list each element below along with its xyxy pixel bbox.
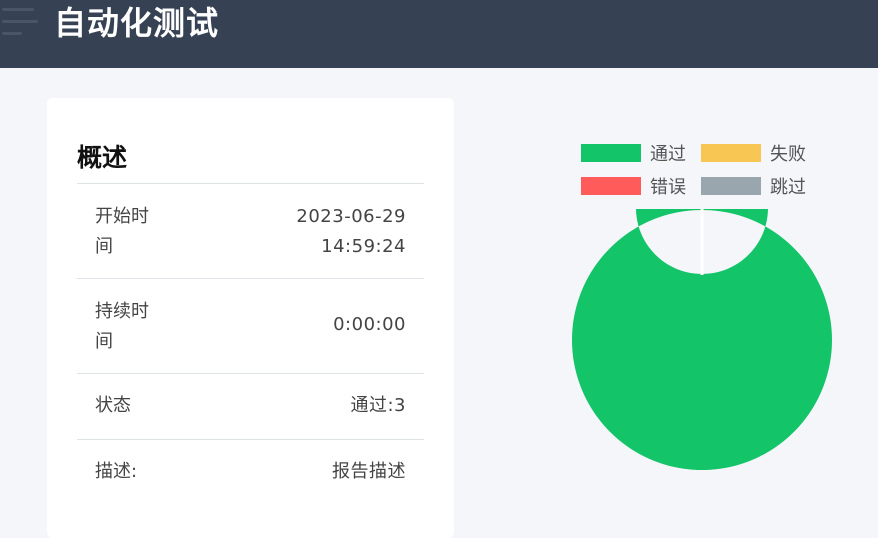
duration-label: 持续时间 <box>95 301 149 352</box>
legend-label-fail: 失败 <box>770 144 806 165</box>
legend-label-error: 错误 <box>650 177 686 198</box>
legend-label-pass: 通过 <box>650 144 686 165</box>
summary-card: 概述 开始时间 2023-06-29 14:59:24 持续时间 0:00:00… <box>47 98 454 538</box>
status-label: 状态 <box>95 395 131 416</box>
description-label: 描述: <box>95 461 138 482</box>
description-value: 报告描述 <box>332 461 406 482</box>
summary-row-status: 状态 通过:3 <box>77 373 424 439</box>
duration-value: 0:00:00 <box>333 314 406 335</box>
summary-row-start-time: 开始时间 2023-06-29 14:59:24 <box>77 183 424 278</box>
page-title: 自动化测试 <box>54 4 220 42</box>
summary-row-description: 描述: 报告描述 <box>77 439 424 505</box>
start-time-value: 2023-06-29 14:59:24 <box>296 202 406 262</box>
legend-item-pass[interactable]: 通过 <box>581 140 686 166</box>
summary-title: 概述 <box>77 143 128 172</box>
start-clock-value: 14:59:24 <box>321 236 406 257</box>
header-bar: 自动化测试 <box>0 0 878 68</box>
legend-item-fail[interactable]: 失败 <box>701 140 806 166</box>
summary-row-duration: 持续时间 0:00:00 <box>77 278 424 373</box>
status-value: 通过:3 <box>350 395 406 416</box>
start-time-label: 开始时间 <box>95 206 149 257</box>
legend-swatch-pass <box>581 144 641 162</box>
start-date-value: 2023-06-29 <box>296 206 406 227</box>
menu-icon[interactable] <box>2 6 38 36</box>
legend-label-skip: 跳过 <box>770 177 806 198</box>
legend-item-skip[interactable]: 跳过 <box>701 173 806 199</box>
legend-swatch-error <box>581 177 641 195</box>
legend-swatch-skip <box>701 177 761 195</box>
donut-chart <box>572 209 832 470</box>
summary-table: 开始时间 2023-06-29 14:59:24 持续时间 0:00:00 状态… <box>77 183 424 505</box>
legend-item-error[interactable]: 错误 <box>581 173 686 199</box>
legend-swatch-fail <box>701 144 761 162</box>
